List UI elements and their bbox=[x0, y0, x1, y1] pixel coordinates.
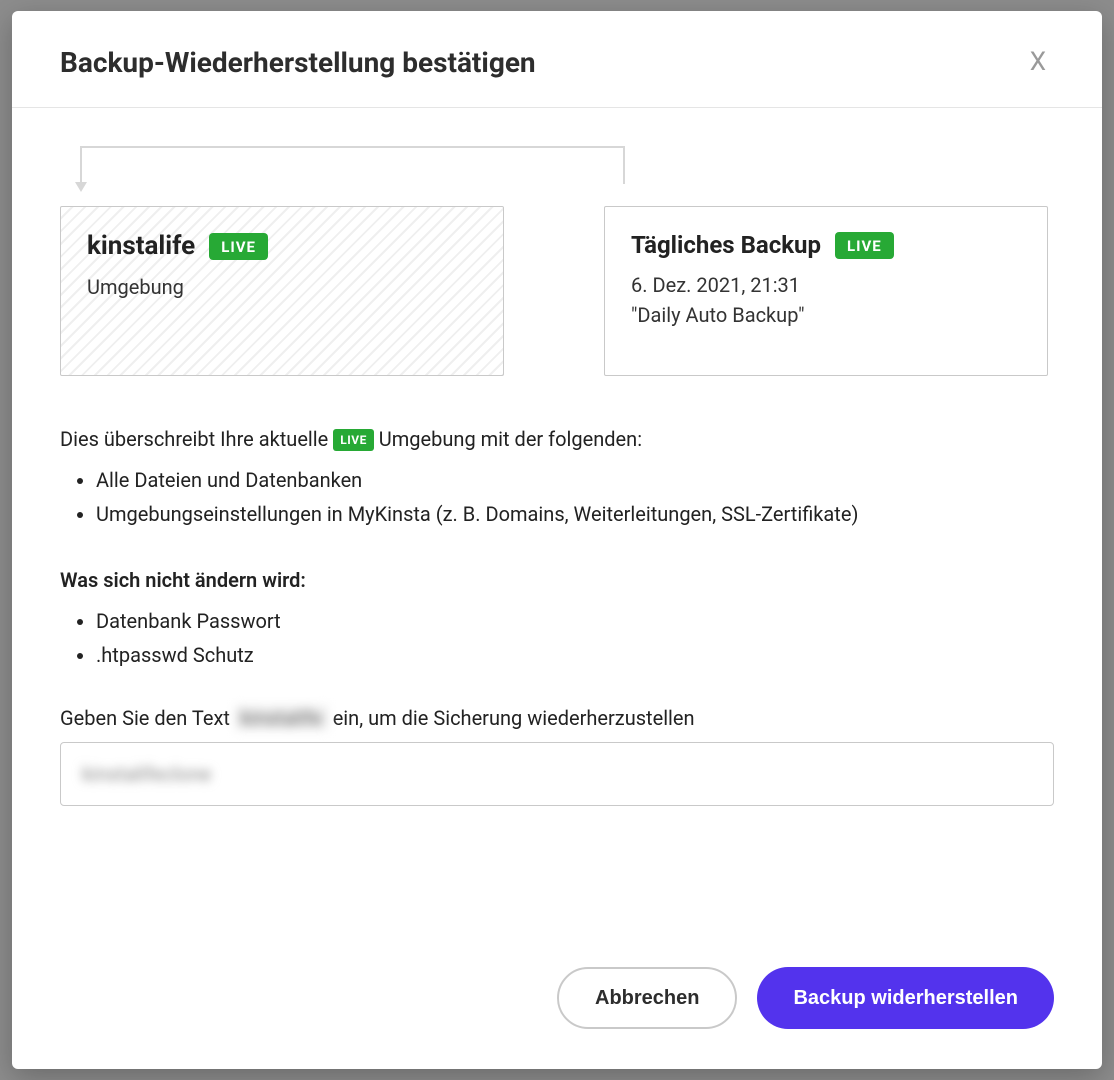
confirm-suffix: ein, um die Sicherung wiederherzustellen bbox=[333, 706, 695, 730]
backup-source-card: Tägliches Backup LIVE 6. Dez. 2021, 21:3… bbox=[604, 206, 1048, 376]
target-env-name: kinstalife bbox=[87, 231, 195, 261]
live-badge: LIVE bbox=[209, 233, 268, 260]
backup-timestamp: 6. Dez. 2021, 21:31 bbox=[631, 273, 1021, 297]
modal-header: Backup-Wiederherstellung bestätigen X bbox=[12, 11, 1102, 108]
overwrite-list: Alle Dateien und Datenbanken Umgebungsei… bbox=[60, 463, 1054, 531]
confirm-required-text: kinstalife bbox=[235, 706, 328, 730]
list-item: Alle Dateien und Datenbanken bbox=[96, 463, 1054, 497]
target-env-subtitle: Umgebung bbox=[87, 275, 477, 299]
live-badge-inline: LIVE bbox=[333, 429, 374, 451]
list-item: Umgebungseinstellungen in MyKinsta (z. B… bbox=[96, 497, 1054, 531]
overwrite-suffix: Umgebung mit der folgenden: bbox=[379, 427, 642, 451]
close-icon[interactable]: X bbox=[1022, 45, 1054, 79]
modal-body: kinstalife LIVE Umgebung Tägliches Backu… bbox=[12, 108, 1102, 935]
confirm-instruction: Geben Sie den Text kinstalife ein, um di… bbox=[60, 706, 1054, 730]
backup-title: Tägliches Backup bbox=[631, 231, 821, 259]
cancel-button[interactable]: Abbrechen bbox=[557, 967, 737, 1029]
confirm-restore-modal: Backup-Wiederherstellung bestätigen X ki… bbox=[12, 11, 1102, 1069]
list-item: .htpasswd Schutz bbox=[96, 638, 1054, 672]
backup-note: "Daily Auto Backup" bbox=[631, 303, 1021, 327]
arrow-down-icon bbox=[75, 182, 87, 192]
unchanged-heading: Was sich nicht ändern wird: bbox=[60, 565, 1054, 596]
overwrite-prefix: Dies überschreibt Ihre aktuelle bbox=[60, 427, 328, 451]
flow-arrow bbox=[80, 146, 1054, 206]
modal-footer: Abbrechen Backup widerherstellen bbox=[12, 935, 1102, 1069]
target-environment-card: kinstalife LIVE Umgebung bbox=[60, 206, 504, 376]
list-item: Datenbank Passwort bbox=[96, 604, 1054, 638]
restore-backup-button[interactable]: Backup widerherstellen bbox=[757, 967, 1054, 1029]
modal-title: Backup-Wiederherstellung bestätigen bbox=[60, 46, 536, 79]
env-backup-cards: kinstalife LIVE Umgebung Tägliches Backu… bbox=[60, 206, 1054, 376]
unchanged-list: Datenbank Passwort .htpasswd Schutz bbox=[60, 604, 1054, 672]
overwrite-heading: Dies überschreibt Ihre aktuelle LIVE Umg… bbox=[60, 424, 1054, 455]
confirm-text-input[interactable] bbox=[60, 742, 1054, 806]
confirm-prefix: Geben Sie den Text bbox=[60, 706, 230, 730]
live-badge: LIVE bbox=[835, 232, 894, 259]
